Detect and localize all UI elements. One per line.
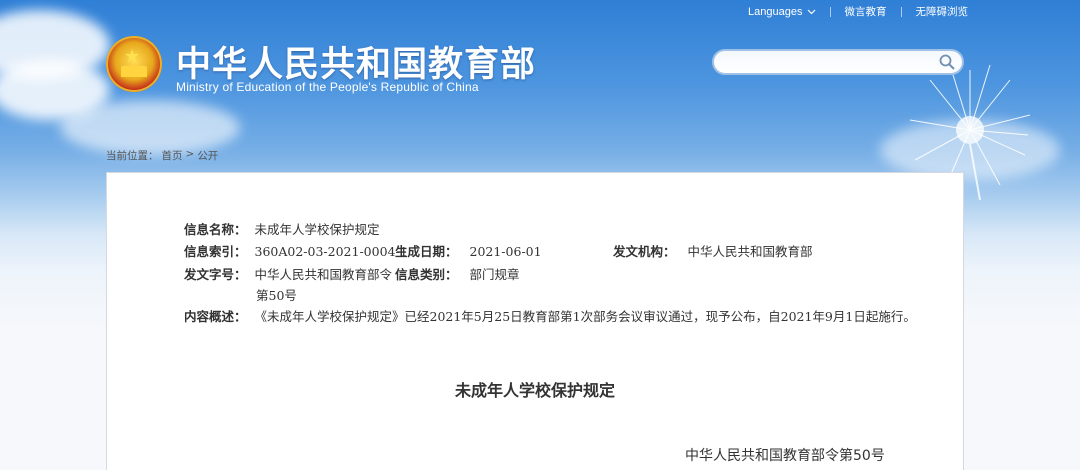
info-name-label: 信息名称： [184,222,247,237]
info-org-value: 中华人民共和国教育部 [687,244,813,259]
info-row-docno: 发文字号： 中华人民共和国教育部令 [184,264,392,283]
breadcrumb: 当前位置： 首页 > 公开 [106,148,218,163]
info-name-value: 未成年人学校保护规定 [254,222,380,237]
weiyan-education-link[interactable]: 微言教育 [845,4,887,19]
info-docno-value: 中华人民共和国教育部令 [254,267,393,282]
info-row-index: 信息索引： 360A02-03-2021-0004-1 [184,241,408,260]
site-title-en[interactable]: Ministry of Education of the People's Re… [176,80,479,94]
info-docno-label: 发文字号： [184,267,247,282]
info-row-name: 信息名称： 未成年人学校保护规定 [184,219,380,238]
chevron-down-icon [807,9,815,14]
info-summary-label: 内容概述： [184,309,247,324]
info-row-date: 生成日期： 2021-06-01 [395,241,542,260]
info-org-label: 发文机构： [613,244,676,259]
languages-dropdown[interactable]: Languages [748,6,815,18]
info-docno-value-line2: 第50号 [256,288,297,303]
divider [900,6,902,17]
document-order-number: 中华人民共和国教育部令第50号 [685,448,885,464]
gate-icon [121,66,147,77]
info-category-label: 信息类别： [395,267,458,282]
info-category-value: 部门规章 [469,267,520,282]
info-summary-value: 《未成年人学校保护规定》已经2021年5月25日教育部第1次部务会议审议通过，现… [254,309,916,324]
info-index-label: 信息索引： [184,244,247,259]
content-panel: 信息名称： 未成年人学校保护规定 信息索引： 360A02-03-2021-00… [106,172,964,470]
star-icon: ★ [124,46,141,67]
breadcrumb-public[interactable]: 公开 [197,148,218,163]
divider [829,6,831,17]
info-index-value: 360A02-03-2021-0004-1 [254,244,408,259]
search-input[interactable] [724,53,934,71]
search-box [712,49,964,75]
breadcrumb-home[interactable]: 首页 [162,148,183,163]
accessibility-link[interactable]: 无障碍浏览 [916,4,969,19]
cloud-decoration [60,100,240,155]
info-row-org: 发文机构： 中华人民共和国教育部 [613,241,813,260]
info-row-category: 信息类别： 部门规章 [395,264,520,283]
info-date-value: 2021-06-01 [469,244,542,259]
languages-label: Languages [748,5,803,18]
national-emblem-logo[interactable]: ★ [106,36,162,92]
document-title: 未成年人学校保护规定 [454,381,615,400]
breadcrumb-separator: > [185,148,195,160]
top-utility-bar: Languages 微言教育 无障碍浏览 [748,4,968,19]
search-icon[interactable] [938,53,956,71]
info-date-label: 生成日期： [395,244,458,259]
breadcrumb-prefix: 当前位置： [106,150,159,162]
info-row-summary: 内容概述： 《未成年人学校保护规定》已经2021年5月25日教育部第1次部务会议… [184,306,916,325]
